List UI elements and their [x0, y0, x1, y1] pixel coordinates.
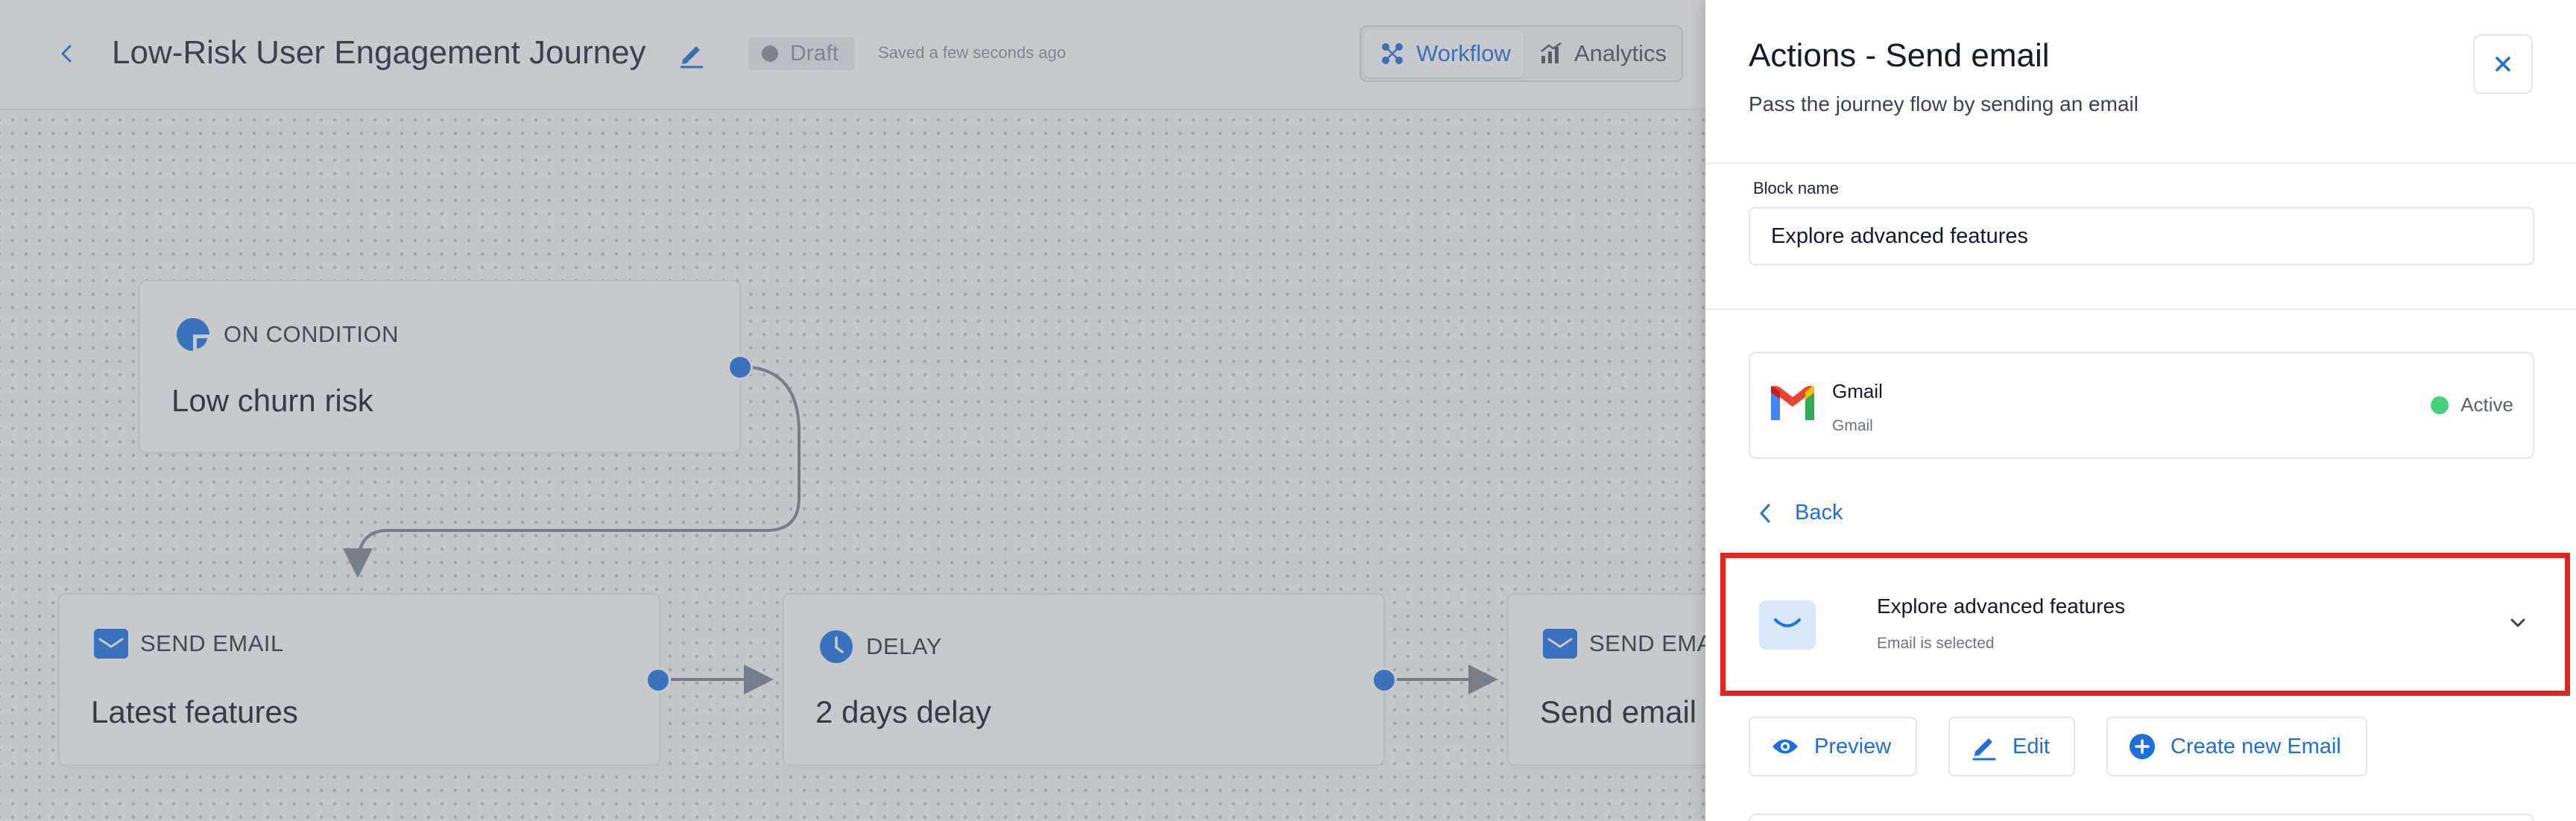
plus-circle-icon	[2130, 734, 2155, 759]
edit-pencil-icon	[1972, 738, 1996, 761]
preview-button[interactable]: Preview	[1749, 717, 1917, 776]
close-button[interactable]	[2473, 34, 2533, 94]
panel-divider	[1705, 162, 2576, 164]
edit-button-label: Edit	[2012, 734, 2050, 758]
panel-title: Actions - Send email	[1749, 37, 2050, 74]
provider-status: Active	[2431, 393, 2513, 416]
back-chevron-icon	[1760, 504, 1770, 522]
close-icon	[2496, 57, 2510, 72]
action-side-panel: Actions - Send email Pass the journey fl…	[1705, 0, 2576, 821]
block-name-input[interactable]	[1749, 207, 2534, 265]
back-link-label: Back	[1795, 501, 1843, 524]
provider-status-label: Active	[2460, 393, 2513, 416]
gmail-logo-icon	[1771, 386, 1814, 420]
provider-subtitle: Gmail	[1832, 417, 1873, 434]
email-provider-card[interactable]: Gmail Gmail Active	[1749, 352, 2534, 459]
eye-icon	[1772, 739, 1798, 754]
preview-button-label: Preview	[1814, 734, 1892, 758]
panel-subtitle: Pass the journey flow by sending an emai…	[1749, 92, 2138, 115]
create-new-email-button-label: Create new Email	[2171, 734, 2341, 758]
modal-overlay[interactable]	[0, 0, 1705, 821]
workflow-canvas[interactable]: Low-Risk User Engagement Journey Draft S…	[0, 0, 2109, 821]
create-new-email-button[interactable]: Create new Email	[2106, 717, 2367, 776]
selection-highlight-box	[1720, 553, 2570, 696]
provider-name: Gmail	[1832, 380, 1883, 402]
block-name-label: Block name	[1753, 179, 1839, 197]
active-status-dot-icon	[2431, 396, 2449, 414]
panel-next-card	[1749, 814, 2534, 821]
panel-divider	[1705, 308, 2576, 310]
back-link[interactable]: Back	[1758, 501, 1843, 525]
edit-button[interactable]: Edit	[1948, 717, 2075, 776]
